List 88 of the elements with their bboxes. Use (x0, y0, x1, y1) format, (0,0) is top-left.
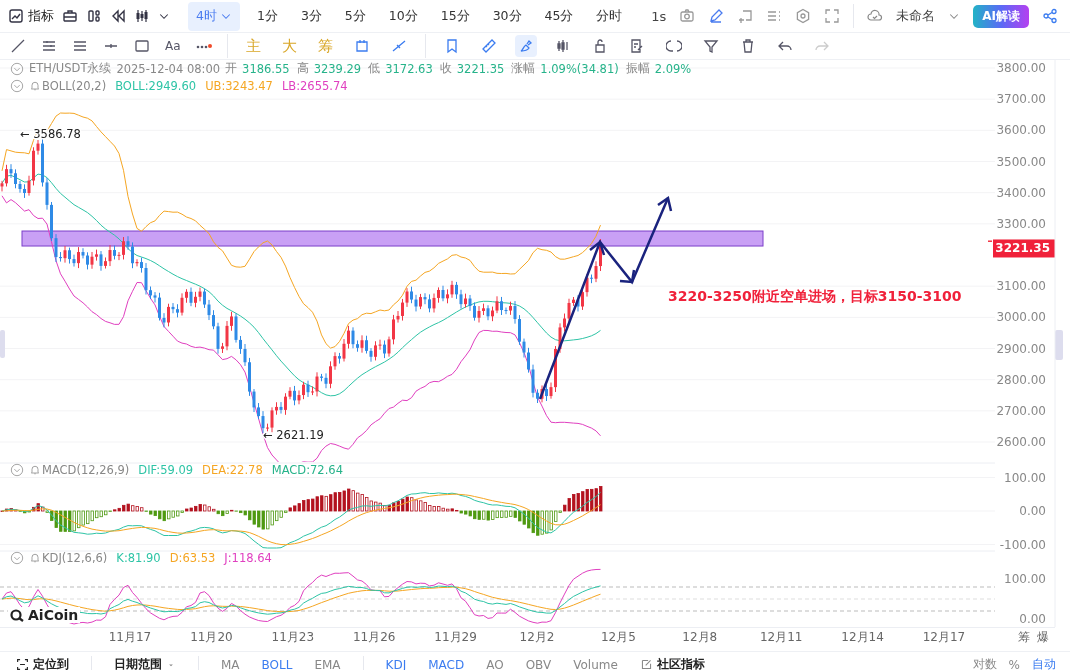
community-indicators-button[interactable]: 社区指标 (639, 656, 705, 670)
indicator-value: K:81.90 (116, 551, 161, 565)
interval-tab[interactable]: 分时 (590, 1, 629, 31)
indicator-name: BOLL(20,2) (42, 79, 107, 93)
indicator-toggle[interactable]: MA (221, 657, 240, 670)
indicator-toggle[interactable]: AO (486, 657, 504, 670)
indicator-value: UB:3243.47 (205, 79, 273, 93)
interval-tab[interactable]: 45分 (538, 1, 580, 31)
field-value: 3221.35 (456, 61, 505, 76)
interval-tab[interactable]: 3分 (294, 1, 328, 31)
price-tick: 3500.00 (996, 154, 1046, 169)
date-tick: 12月14 (841, 630, 884, 644)
field-label: 收 (439, 61, 452, 76)
indicator-value: J:118.64 (224, 551, 272, 565)
price-tick: 2900.00 (996, 341, 1046, 356)
price-tick: 3400.00 (996, 185, 1046, 200)
indicator-toggle[interactable]: MACD (428, 657, 465, 670)
date-tick: 11月26 (352, 630, 396, 644)
interval-tab[interactable]: 30分 (486, 1, 528, 31)
field-label: 涨幅 (511, 61, 536, 76)
layout-name[interactable]: 未命名 (896, 7, 936, 25)
indicator-value: LB:2655.74 (281, 79, 348, 93)
macd-tick: 0.00 (1019, 504, 1046, 518)
price-tick: 2800.00 (996, 372, 1046, 387)
indicators-button[interactable]: 指标 (8, 7, 54, 25)
aicoin-logo: AiCoin (8, 607, 81, 623)
date-tick: 12月5 (600, 630, 636, 644)
low-price-marker: ← 2621.19 (263, 428, 324, 442)
interval-tab[interactable]: 15分 (434, 1, 476, 31)
indicator-value: MACD:72.64 (271, 463, 343, 477)
date-tick: 12月17 (922, 630, 966, 644)
indicator-toggle[interactable]: OBV (525, 657, 552, 670)
scale-option[interactable]: % (1008, 657, 1020, 670)
field-label: 开 (225, 61, 238, 76)
trade-note: 3220-3250附近空单进场，目标3150-3100 (668, 288, 962, 304)
axis-toggle[interactable]: 筹 (1018, 630, 1030, 644)
date-tick: 12月8 (682, 630, 718, 644)
price-tick: 3600.00 (996, 123, 1046, 138)
indicator-value: DIF:59.09 (138, 463, 194, 477)
axis-toggle[interactable]: 爆 (1037, 630, 1049, 644)
date-tick: 12月2 (519, 630, 555, 644)
macd-tick: -100.00 (999, 537, 1046, 550)
price-tick: 3100.00 (996, 279, 1046, 294)
scale-option[interactable]: 对数 (972, 656, 997, 670)
interval-tab[interactable]: 10分 (382, 1, 424, 31)
field-label: 低 (368, 61, 381, 76)
speed-label[interactable]: 1s (651, 8, 667, 24)
kdj-tick: 0.00 (1019, 612, 1046, 626)
field-label: 振幅 (625, 61, 650, 76)
field-value: 1.09%(34.81) (540, 61, 619, 76)
date-tick: 11月20 (190, 630, 233, 644)
kdj-tick: 100.00 (1004, 572, 1046, 586)
indicator-toggle[interactable]: EMA (314, 657, 341, 670)
price-tick: 3000.00 (996, 310, 1046, 325)
indicator-toggle[interactable]: BOLL (261, 657, 293, 670)
symbol-label: ETH/USDT永续 (29, 61, 112, 76)
field-value: 2.09% (654, 61, 692, 76)
indicator-value: BOLL:2949.60 (115, 79, 197, 93)
indicator-toggle[interactable]: KDJ (385, 657, 407, 670)
interval-tab[interactable]: 5分 (338, 1, 372, 31)
indicator-value: D:63.53 (169, 551, 216, 565)
locate-button[interactable]: 定位到 (16, 656, 69, 670)
date-tick: 11月17 (108, 630, 152, 644)
interval-tab[interactable]: 1分 (250, 1, 284, 31)
price-tick: 3300.00 (996, 216, 1046, 231)
field-value: 3239.29 (313, 61, 362, 76)
indicator-name: KDJ(12,6,6) (42, 551, 108, 565)
indicator-name: MACD(12,26,9) (42, 463, 130, 477)
scale-option[interactable]: 自动 (1032, 656, 1056, 670)
interval-tab[interactable]: 4时 (188, 1, 240, 31)
field-label: 高 (296, 61, 309, 76)
current-price-label: 3221.35 (993, 239, 1055, 258)
price-tick: 3800.00 (996, 61, 1046, 75)
time-label: 2025-12-04 08:00 (116, 61, 221, 76)
date-range-button[interactable]: 日期范围 (114, 656, 176, 670)
price-tick: 3700.00 (996, 92, 1046, 107)
ai-analysis-button[interactable]: AI解读 (973, 4, 1029, 28)
text-tool[interactable]: Aa (165, 39, 181, 53)
indicator-toggle[interactable]: Volume (573, 657, 618, 670)
field-value: 3172.63 (385, 61, 433, 76)
date-tick: 11月23 (271, 630, 315, 644)
price-tick: 2700.00 (996, 403, 1046, 418)
indicator-value: DEA:22.78 (202, 463, 263, 477)
field-value: 3186.55 (242, 61, 290, 76)
date-tick: 11月29 (434, 630, 477, 644)
macd-tick: 100.00 (1004, 470, 1046, 485)
price-tick: 2600.00 (996, 435, 1046, 450)
date-tick: 12月11 (759, 630, 803, 644)
